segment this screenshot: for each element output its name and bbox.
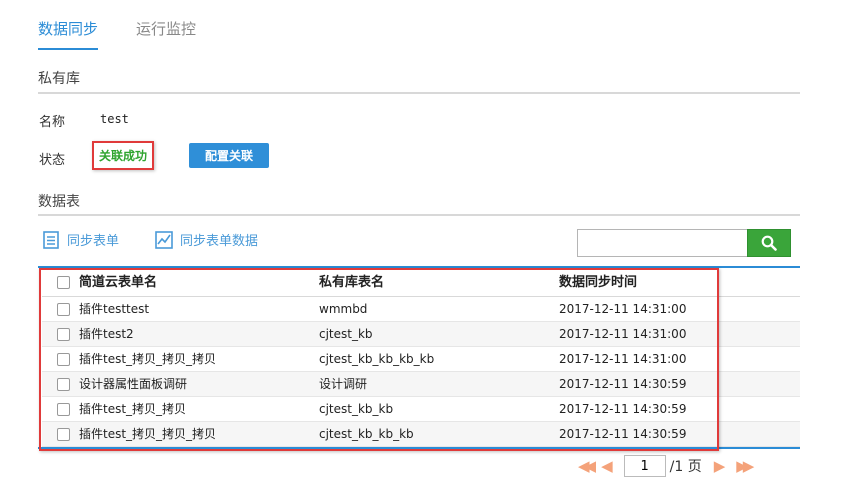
cell-repo-table-name: cjtest_kb	[319, 327, 373, 341]
table-header-row: 简道云表单名 私有库表名 数据同步时间	[42, 268, 800, 297]
row-checkbox[interactable]	[57, 353, 70, 366]
cell-repo-table-name: cjtest_kb_kb_kb	[319, 427, 414, 441]
cell-sync-time: 2017-12-11 14:31:00	[559, 302, 687, 316]
line-chart-icon	[155, 230, 173, 249]
table-row[interactable]: 插件testtest wmmbd 2017-12-11 14:31:00	[42, 297, 800, 322]
sync-form-label: 同步表单	[67, 234, 120, 249]
status-label: 状态	[39, 153, 66, 168]
private-repo-section-title: 私有库	[38, 71, 80, 87]
tab-data-sync[interactable]: 数据同步	[38, 18, 99, 50]
status-highlight-frame: 关联成功	[92, 141, 154, 170]
page-number-input[interactable]	[623, 455, 666, 477]
header-sync-time[interactable]: 数据同步时间	[559, 268, 637, 297]
header-form-name[interactable]: 简道云表单名	[79, 268, 157, 297]
cell-repo-table-name: wmmbd	[319, 302, 368, 316]
cell-repo-table-name: 设计调研	[319, 377, 368, 391]
cell-sync-time: 2017-12-11 14:30:59	[559, 402, 687, 416]
cell-form-name: 插件test_拷贝_拷贝_拷贝	[79, 427, 217, 441]
first-page-icon[interactable]: ◀◀	[578, 457, 596, 475]
document-list-icon	[42, 230, 60, 249]
cell-form-name: 插件test_拷贝_拷贝	[79, 402, 187, 416]
cell-sync-time: 2017-12-11 14:30:59	[559, 427, 687, 441]
next-page-icon[interactable]: ▶	[714, 457, 725, 475]
status-value: 关联成功	[98, 149, 147, 163]
cell-sync-time: 2017-12-11 14:31:00	[559, 327, 687, 341]
row-checkbox[interactable]	[57, 303, 70, 316]
sync-table: 简道云表单名 私有库表名 数据同步时间 插件testtest wmmbd 201…	[42, 268, 800, 447]
row-checkbox[interactable]	[57, 328, 70, 341]
search-box	[577, 229, 791, 257]
table-row[interactable]: 设计器属性面板调研 设计调研 2017-12-11 14:30:59	[42, 372, 800, 397]
row-checkbox[interactable]	[57, 378, 70, 391]
select-all-checkbox[interactable]	[57, 276, 70, 289]
table-row[interactable]: 插件test_拷贝_拷贝_拷贝 cjtest_kb_kb_kb 2017-12-…	[42, 422, 800, 447]
sync-form-data-label: 同步表单数据	[180, 234, 259, 249]
cell-sync-time: 2017-12-11 14:31:00	[559, 352, 687, 366]
row-checkbox[interactable]	[57, 428, 70, 441]
cell-repo-table-name: cjtest_kb_kb	[319, 402, 394, 416]
sync-form-button[interactable]: 同步表单	[42, 230, 119, 249]
search-button[interactable]	[747, 229, 791, 257]
cell-form-name: 设计器属性面板调研	[79, 377, 188, 391]
cell-form-name: 插件testtest	[79, 302, 150, 316]
name-value: test	[100, 112, 129, 126]
sync-form-data-button[interactable]: 同步表单数据	[155, 230, 258, 249]
header-repo-table-name[interactable]: 私有库表名	[319, 268, 384, 297]
name-label: 名称	[39, 115, 66, 130]
cell-form-name: 插件test_拷贝_拷贝_拷贝	[79, 352, 217, 366]
prev-page-icon[interactable]: ◀	[601, 457, 612, 475]
page-total-label: /1 页	[669, 459, 702, 475]
configure-link-button[interactable]: 配置关联	[189, 143, 269, 168]
row-checkbox[interactable]	[57, 403, 70, 416]
pagination: ◀◀ ◀ /1 页 ▶ ▶▶	[578, 454, 759, 478]
section-divider	[38, 92, 800, 94]
table-row[interactable]: 插件test_拷贝_拷贝 cjtest_kb_kb 2017-12-11 14:…	[42, 397, 800, 422]
data-table-section-title: 数据表	[38, 194, 80, 210]
search-input[interactable]	[577, 229, 747, 257]
table-row[interactable]: 插件test2 cjtest_kb 2017-12-11 14:31:00	[42, 322, 800, 347]
cell-form-name: 插件test2	[79, 327, 134, 341]
tab-bar: 数据同步 运行监控	[38, 18, 234, 50]
cell-sync-time: 2017-12-11 14:30:59	[559, 377, 687, 391]
table-bottom-border	[38, 447, 800, 449]
search-icon	[761, 235, 777, 251]
table-row[interactable]: 插件test_拷贝_拷贝_拷贝 cjtest_kb_kb_kb_kb 2017-…	[42, 347, 800, 372]
last-page-icon[interactable]: ▶▶	[736, 457, 754, 475]
section-divider	[38, 214, 800, 216]
tab-run-monitor[interactable]: 运行监控	[136, 18, 196, 50]
cell-repo-table-name: cjtest_kb_kb_kb_kb	[319, 352, 435, 366]
